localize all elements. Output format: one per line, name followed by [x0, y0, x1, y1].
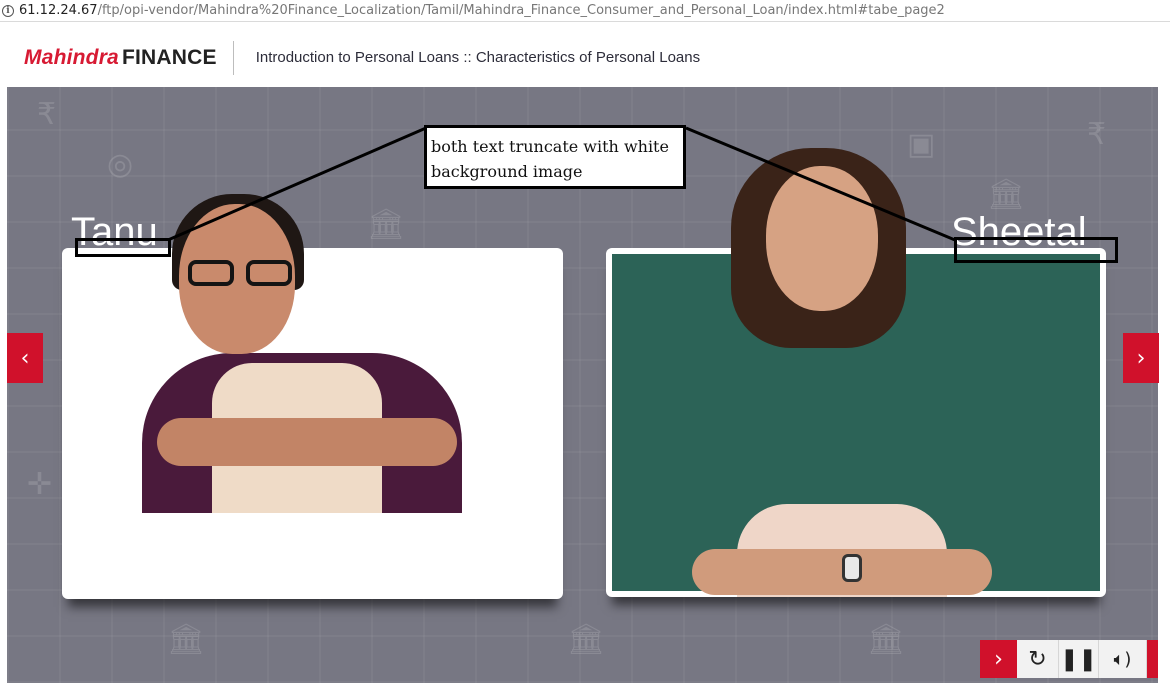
annotation-text-line1: both text truncate with white — [431, 137, 669, 156]
annotation-line-left — [167, 126, 427, 242]
annotation-mark-sheetal — [954, 237, 1118, 263]
annotation-line-right — [685, 126, 956, 242]
annotation-lines — [167, 126, 956, 242]
annotation-mark-tanu — [75, 238, 171, 257]
annotation-note: both text truncate with white background… — [424, 125, 686, 189]
annotation-text-line2: background image — [431, 162, 583, 181]
